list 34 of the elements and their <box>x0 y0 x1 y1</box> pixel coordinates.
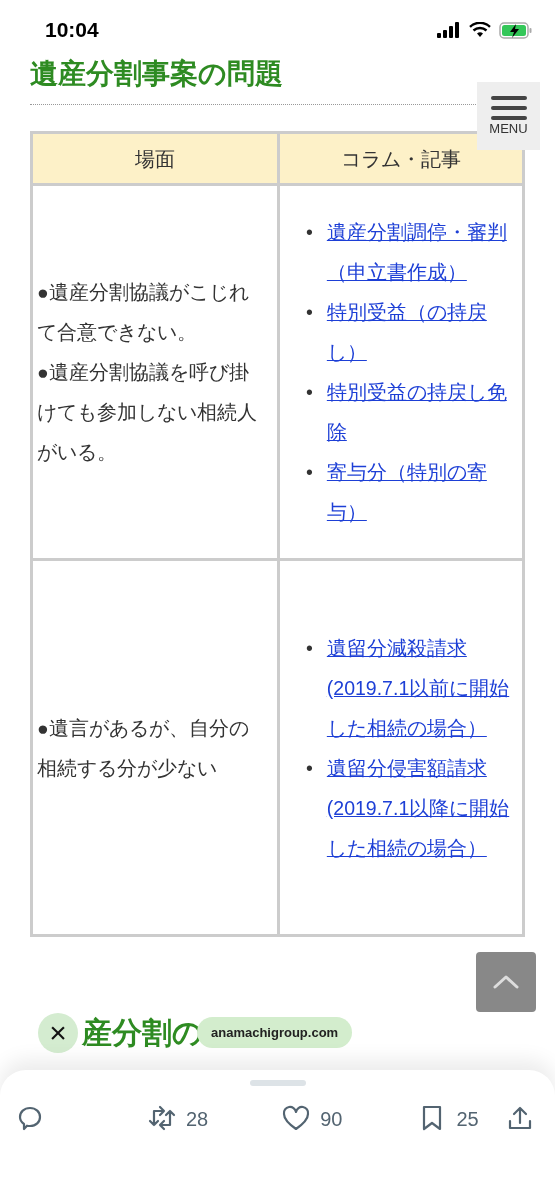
chevron-up-icon <box>493 975 519 989</box>
bullet-mark: • <box>306 635 313 661</box>
menu-button[interactable]: MENU <box>477 82 540 150</box>
menu-icon <box>490 96 527 120</box>
repost-button[interactable] <box>148 1105 176 1133</box>
bookmark-count: 25 <box>456 1107 479 1132</box>
wifi-icon <box>469 22 491 38</box>
article-link[interactable]: 遺留分侵害額請求(2019.7.1以降に開始した相続の場合） <box>326 747 510 868</box>
article-link[interactable]: 寄与分（特別の寄与） <box>326 452 510 532</box>
column-header: コラム・記事 <box>278 132 524 185</box>
article-link[interactable]: 遺産分割調停・審判（申立書作成） <box>326 212 510 292</box>
column-header: 場面 <box>31 132 279 185</box>
bullet-mark: • <box>306 460 313 485</box>
article-link[interactable]: 特別受益の持戻し免除 <box>326 372 510 452</box>
scene-text: ●遺産分割協議がこじれて合意できない。 <box>37 280 250 345</box>
close-button[interactable]: × <box>38 1012 78 1053</box>
like-count: 90 <box>320 1107 343 1132</box>
article-link[interactable]: 遺留分減殺請求(2019.7.1以前に開始した相続の場合） <box>326 627 510 748</box>
signal-icon <box>437 22 461 38</box>
bullet-mark: • <box>306 220 313 245</box>
repost-count: 28 <box>186 1107 209 1132</box>
drag-handle[interactable] <box>249 1080 306 1086</box>
section-heading: 遺産分割事案の問題 <box>30 56 284 92</box>
repost-icon <box>148 1105 176 1133</box>
status-time: 10:04 <box>45 17 99 44</box>
scene-text: ●遺言があるが、自分の相続する分が少ない <box>37 715 250 781</box>
article-link[interactable]: 特別受益（の持戻し） <box>326 292 510 372</box>
bullet-mark: • <box>306 300 313 325</box>
heart-icon <box>282 1105 311 1133</box>
battery-icon <box>499 21 533 39</box>
heart-button[interactable] <box>282 1105 311 1133</box>
scene-text: ●遺産分割協議を呼び掛けても参加しない相続人がいる。 <box>37 360 258 465</box>
bullet-mark: • <box>306 755 313 781</box>
bullet-mark: • <box>306 380 313 405</box>
